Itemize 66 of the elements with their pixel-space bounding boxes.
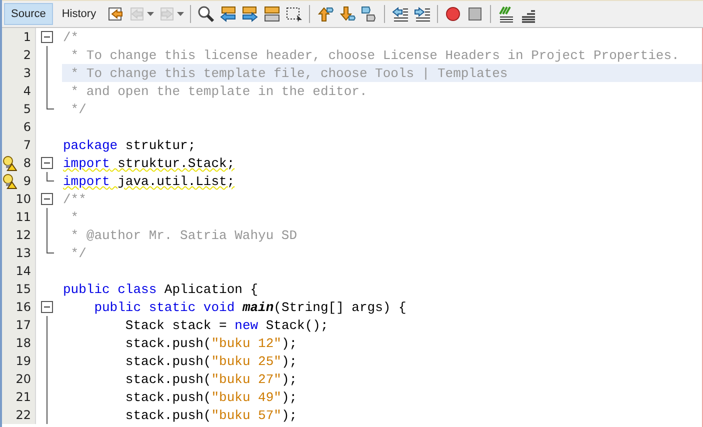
line-number: 3 bbox=[23, 66, 32, 80]
line-number: 22 bbox=[16, 408, 32, 422]
shift-right-icon[interactable] bbox=[413, 5, 432, 23]
code-line: stack.push("buku 49"); bbox=[124, 390, 298, 404]
code-line: */ bbox=[70, 246, 86, 260]
line-number: 7 bbox=[23, 138, 32, 152]
fold-toggle-icon[interactable] bbox=[41, 193, 53, 205]
code-line: stack.push("buku 57"); bbox=[124, 408, 298, 422]
code-line: package struktur; bbox=[63, 138, 196, 152]
editor-tab[interactable]: Source bbox=[4, 3, 53, 25]
line-number: 8 bbox=[23, 156, 32, 170]
fold-toggle-icon[interactable] bbox=[41, 301, 53, 313]
code-line: Stack stack = new Stack(); bbox=[124, 318, 328, 332]
code-line: import java.util.List; bbox=[63, 174, 235, 188]
code-line: stack.push("buku 25"); bbox=[124, 354, 298, 368]
code-line: /* bbox=[63, 30, 79, 44]
line-number: 6 bbox=[23, 120, 32, 134]
line-number: 15 bbox=[16, 282, 32, 296]
fold-toggle-icon[interactable] bbox=[41, 157, 53, 169]
dropdown-arrow-icon[interactable] bbox=[177, 12, 184, 16]
line-number: 11 bbox=[16, 210, 32, 224]
dropdown-arrow-icon[interactable] bbox=[147, 12, 154, 16]
code-line: * @author Mr. Satria Wahyu SD bbox=[70, 228, 298, 242]
code-line: public class Aplication { bbox=[63, 282, 258, 296]
code-line: stack.push("buku 27"); bbox=[124, 372, 298, 386]
code-line: public static void main(String[] args) { bbox=[93, 300, 406, 314]
line-number: 9 bbox=[23, 174, 32, 188]
line-number: 19 bbox=[16, 354, 32, 368]
find-next-icon[interactable] bbox=[241, 5, 260, 23]
highlight-icon[interactable] bbox=[263, 5, 282, 23]
shift-left-icon[interactable] bbox=[391, 5, 410, 23]
code-line: stack.push("buku 12"); bbox=[124, 336, 298, 350]
record-icon[interactable] bbox=[444, 5, 462, 23]
code-line: * bbox=[70, 210, 79, 224]
search-icon[interactable] bbox=[197, 5, 216, 23]
code-line: * To change this template file, choose Tools | Templates bbox=[70, 66, 508, 80]
editor-tab[interactable]: History bbox=[54, 3, 104, 25]
fold-toggle-icon[interactable] bbox=[41, 31, 53, 43]
line-number: 1 bbox=[23, 30, 32, 44]
line-number: 20 bbox=[16, 372, 32, 386]
line-number: 21 bbox=[16, 390, 32, 404]
code-line: /** bbox=[63, 192, 86, 206]
line-number: 5 bbox=[23, 102, 32, 116]
bookmark-down-icon[interactable] bbox=[338, 5, 356, 23]
line-number: 16 bbox=[16, 300, 32, 314]
line-number: 2 bbox=[23, 48, 32, 62]
code-line: * and open the template in the editor. bbox=[70, 84, 368, 98]
line-number: 12 bbox=[16, 228, 32, 242]
warning-bulb-icon[interactable] bbox=[2, 173, 17, 189]
line-number: 10 bbox=[16, 192, 32, 206]
stop-icon[interactable] bbox=[466, 5, 484, 23]
rectangular-selection-icon[interactable] bbox=[285, 5, 304, 23]
bookmark-icon[interactable] bbox=[360, 5, 378, 23]
last-edit-icon[interactable] bbox=[106, 5, 124, 23]
line-number: 4 bbox=[23, 84, 32, 98]
bookmark-up-icon[interactable] bbox=[316, 5, 334, 23]
line-number: 18 bbox=[16, 336, 32, 350]
code-line: * To change this license header, choose License Headers in Project Properties. bbox=[70, 48, 680, 62]
line-number: 17 bbox=[16, 318, 32, 332]
comment-icon[interactable] bbox=[497, 5, 516, 23]
warning-bulb-icon[interactable] bbox=[2, 155, 17, 171]
find-previous-icon[interactable] bbox=[219, 5, 238, 23]
code-line: */ bbox=[70, 102, 86, 116]
line-number: 14 bbox=[16, 264, 32, 278]
code-line: import struktur.Stack; bbox=[63, 156, 235, 170]
line-number: 13 bbox=[16, 246, 32, 260]
